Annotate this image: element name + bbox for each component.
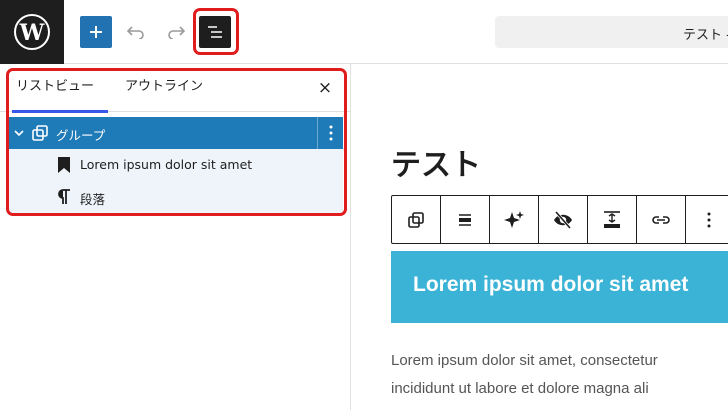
list-item-label: Lorem ipsum dolor sit amet [80, 157, 253, 172]
chevron-down-icon[interactable] [12, 126, 26, 140]
group-heading[interactable]: Lorem ipsum dolor sit amet [413, 273, 688, 297]
paragraph-line: Lorem ipsum dolor sit amet, consectetur [391, 352, 658, 369]
list-view-icon [208, 26, 222, 38]
paragraph-line: incididunt ut labore et dolore magna ali [391, 380, 649, 397]
block-options-button[interactable] [686, 196, 728, 243]
align-center-icon [459, 213, 471, 226]
wordpress-logo-icon[interactable]: W [0, 0, 64, 64]
editor-top-toolbar: W テスト - [0, 0, 728, 64]
sparkle-icon [504, 210, 524, 228]
link-icon [652, 215, 670, 224]
panel-tabs: リストビュー アウトライン × [0, 64, 351, 113]
paragraph-block[interactable]: Lorem ipsum dolor sit amet, consectetur … [391, 347, 728, 403]
bookmark-icon [58, 157, 70, 173]
document-title: テスト - [683, 28, 728, 43]
group-icon [32, 125, 48, 141]
list-view-panel: リストビュー アウトライン × グループ Lorem ipsum dolor s… [0, 64, 351, 410]
post-title[interactable]: テスト [391, 140, 481, 184]
link-button[interactable] [637, 196, 686, 243]
ai-button[interactable] [490, 196, 539, 243]
group-block[interactable]: Lorem ipsum dolor sit amet [391, 251, 728, 323]
document-title-bar[interactable]: テスト - [495, 16, 728, 48]
svg-text:W: W [19, 20, 45, 46]
list-item-label: 段落 [80, 192, 106, 207]
undo-button[interactable] [120, 16, 152, 48]
list-item-label: グループ [56, 128, 106, 143]
more-options-button[interactable] [317, 117, 343, 149]
close-icon[interactable]: × [316, 79, 334, 97]
group-icon [408, 211, 424, 228]
list-item-group[interactable]: グループ [8, 117, 343, 149]
paragraph-icon [58, 189, 70, 204]
height-button[interactable] [588, 196, 637, 243]
list-view-toggle-button[interactable] [199, 16, 231, 48]
vertical-ellipsis-icon [329, 125, 332, 141]
align-button[interactable] [441, 196, 490, 243]
hide-block-button[interactable] [539, 196, 588, 243]
tab-outline[interactable]: アウトライン [125, 64, 203, 112]
tab-list-view[interactable]: リストビュー [11, 64, 109, 113]
list-item-heading[interactable]: Lorem ipsum dolor sit amet [8, 149, 343, 181]
block-type-button[interactable] [392, 196, 441, 243]
add-block-button[interactable] [80, 16, 112, 48]
redo-button[interactable] [160, 16, 192, 48]
eye-hidden-icon [554, 210, 572, 229]
vertical-ellipsis-icon [707, 212, 711, 227]
list-item-paragraph[interactable]: 段落 [8, 181, 343, 213]
block-toolbar [391, 195, 728, 244]
editor-canvas: テスト Lorem ipsum dolor sit amet Lorem ips… [351, 64, 728, 410]
vertical-spacing-icon [604, 210, 620, 228]
